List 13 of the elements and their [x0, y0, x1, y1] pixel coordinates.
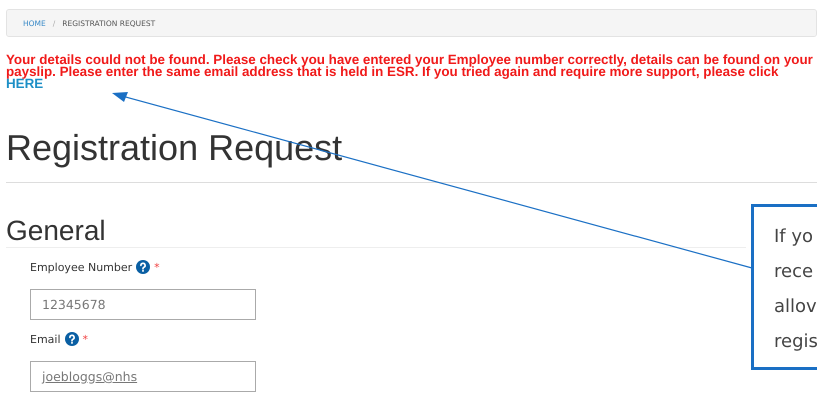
input-field[interactable]: joebloggs@nhs — [30, 361, 256, 392]
error-message: Your details could not be found. Please check you have entered your Employee number correctly, details can be found on your payslip. Please enter the same email address that is held in ESR. If you tried again and require more support, please click — [6, 52, 813, 79]
callout-text: allov — [774, 295, 817, 319]
section-title: General — [6, 217, 746, 248]
callout-text: rece — [774, 260, 814, 284]
input-field[interactable]: 12345678 — [30, 289, 256, 320]
field-label: Email — [30, 332, 61, 346]
callout-text: If yo — [774, 225, 814, 249]
here-link[interactable]: HERE — [6, 78, 817, 90]
required-mark: * — [82, 332, 88, 346]
required-mark: * — [154, 260, 160, 274]
field-label: Employee Number — [30, 260, 132, 274]
callout-text: regis — [774, 330, 817, 354]
